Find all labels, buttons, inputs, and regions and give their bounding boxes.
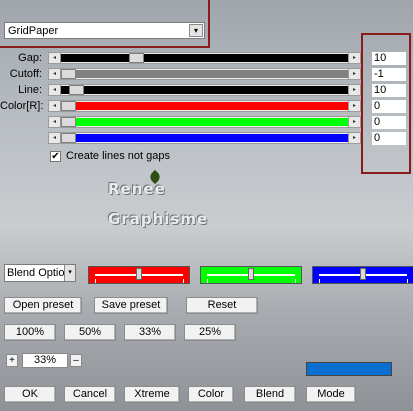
zoom-25-button[interactable]: 25% <box>184 324 236 341</box>
tick-mark <box>319 279 320 283</box>
arrow-right-icon[interactable]: ▸ <box>348 101 360 111</box>
cutoff-value[interactable]: -1 <box>372 68 406 81</box>
zoom-in-button[interactable]: + <box>6 354 18 367</box>
zoom-out-button[interactable]: – <box>70 354 82 367</box>
tick-mark <box>95 279 96 283</box>
arrow-left-icon[interactable]: ◂ <box>49 117 61 127</box>
line-slider[interactable]: ◂ ▸ <box>48 84 361 96</box>
tick-mark <box>207 279 208 283</box>
arrow-right-icon[interactable]: ▸ <box>348 133 360 143</box>
arrow-right-icon[interactable]: ▸ <box>348 69 360 79</box>
color-g-slider-track[interactable] <box>61 118 348 126</box>
cutoff-slider-track[interactable] <box>61 70 348 78</box>
blend-options-dropdown[interactable]: Blend Options ▾ <box>4 264 76 282</box>
green-channel-slider[interactable] <box>200 266 302 284</box>
blue-channel-slider[interactable] <box>312 266 413 284</box>
tick-mark <box>183 279 184 283</box>
zoom-level: 33% <box>22 353 68 368</box>
color-g-value[interactable]: 0 <box>372 116 406 129</box>
create-lines-label: Create lines not gaps <box>66 150 170 162</box>
color-r-slider-track[interactable] <box>61 102 348 110</box>
mode-button[interactable]: Mode <box>306 386 356 403</box>
chevron-down-icon[interactable]: ▾ <box>64 265 75 281</box>
green-channel-knob[interactable] <box>248 268 254 280</box>
gap-value[interactable]: 10 <box>372 52 406 65</box>
color-button[interactable]: Color <box>188 386 234 403</box>
color-r-slider-thumb[interactable] <box>61 101 76 111</box>
cutoff-label: Cutoff: <box>9 68 42 80</box>
preview-color-swatch[interactable] <box>306 362 392 376</box>
gap-slider-track[interactable] <box>61 54 348 62</box>
arrow-left-icon[interactable]: ◂ <box>49 69 61 79</box>
color-g-slider-thumb[interactable] <box>61 117 76 127</box>
line-slider-thumb[interactable] <box>69 85 84 95</box>
zoom-100-button[interactable]: 100% <box>4 324 56 341</box>
arrow-left-icon[interactable]: ◂ <box>49 101 61 111</box>
line-label: Line: <box>18 84 42 96</box>
blue-channel-knob[interactable] <box>360 268 366 280</box>
checkmark-icon: ✔ <box>51 151 60 162</box>
watermark-line2: Graphisme <box>108 210 209 228</box>
preset-dropdown-value: GridPaper <box>8 24 59 37</box>
color-r-slider[interactable]: ◂ ▸ <box>48 100 361 112</box>
arrow-left-icon[interactable]: ◂ <box>49 133 61 143</box>
arrow-left-icon[interactable]: ◂ <box>49 53 61 63</box>
color-b-slider[interactable]: ◂ ▸ <box>48 132 361 144</box>
watermark-line1: Renee <box>108 180 166 198</box>
zoom-50-button[interactable]: 50% <box>64 324 116 341</box>
arrow-right-icon[interactable]: ▸ <box>348 53 360 63</box>
tick-mark <box>407 279 408 283</box>
red-channel-knob[interactable] <box>136 268 142 280</box>
blend-button[interactable]: Blend <box>244 386 296 403</box>
color-b-slider-thumb[interactable] <box>61 133 76 143</box>
color-r-label: Color[R]: <box>0 100 44 112</box>
line-value[interactable]: 10 <box>372 84 406 97</box>
arrow-left-icon[interactable]: ◂ <box>49 85 61 95</box>
xtreme-button[interactable]: Xtreme <box>124 386 180 403</box>
arrow-right-icon[interactable]: ▸ <box>348 117 360 127</box>
create-lines-checkbox[interactable]: ✔ <box>50 151 61 162</box>
arrow-right-icon[interactable]: ▸ <box>348 85 360 95</box>
zoom-33-button[interactable]: 33% <box>124 324 176 341</box>
chevron-down-icon[interactable]: ▾ <box>189 24 203 37</box>
reset-button[interactable]: Reset <box>186 297 258 314</box>
gap-slider-thumb[interactable] <box>129 53 144 63</box>
gap-label: Gap: <box>18 52 42 64</box>
color-r-value[interactable]: 0 <box>372 100 406 113</box>
cutoff-slider[interactable]: ◂ ▸ <box>48 68 361 80</box>
cutoff-slider-thumb[interactable] <box>61 69 76 79</box>
preset-dropdown[interactable]: GridPaper ▾ <box>4 22 205 39</box>
ok-button[interactable]: OK <box>4 386 56 403</box>
red-channel-slider[interactable] <box>88 266 190 284</box>
color-b-slider-track[interactable] <box>61 134 348 142</box>
line-slider-track[interactable] <box>61 86 348 94</box>
save-preset-button[interactable]: Save preset <box>94 297 168 314</box>
gap-slider[interactable]: ◂ ▸ <box>48 52 361 64</box>
cancel-button[interactable]: Cancel <box>64 386 116 403</box>
color-b-value[interactable]: 0 <box>372 132 406 145</box>
open-preset-button[interactable]: Open preset <box>4 297 82 314</box>
tick-mark <box>295 279 296 283</box>
color-g-slider[interactable]: ◂ ▸ <box>48 116 361 128</box>
